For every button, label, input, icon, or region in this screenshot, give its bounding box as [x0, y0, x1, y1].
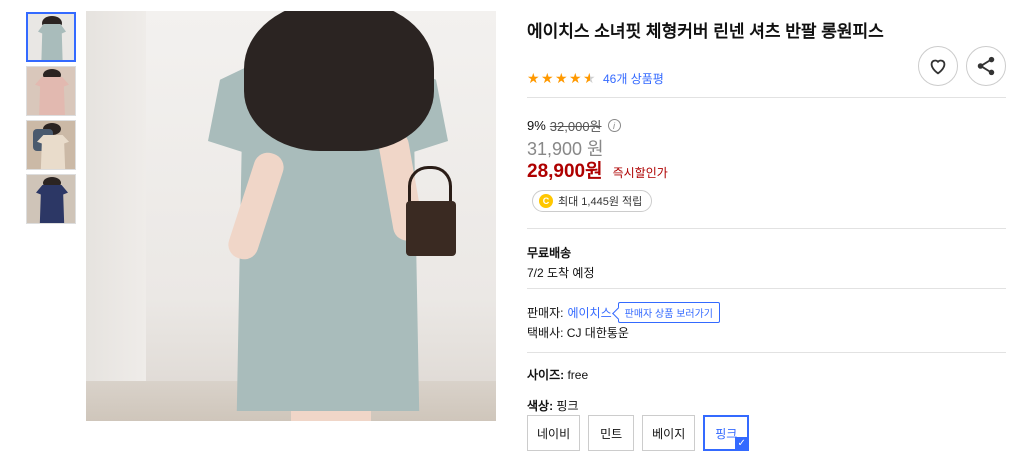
review-count-link[interactable]: 46개 상품평 [603, 70, 664, 87]
color-option-list: 네이비 민트 베이지 핑크 ✓ [527, 415, 757, 451]
thumbnail-beige[interactable] [26, 120, 76, 170]
star-half-icon: ★ [583, 70, 596, 86]
discount-row: 9% 32,000원 i [527, 116, 621, 135]
seller-products-button[interactable]: 판매자 상품 보러가기 [617, 301, 720, 323]
share-icon [977, 56, 995, 76]
thumbnail-pink[interactable] [26, 66, 76, 116]
image-wall [86, 11, 146, 421]
info-icon[interactable]: i [607, 119, 621, 132]
instant-discount-label: 즉시할인가 [612, 166, 668, 180]
seller-row: 판매자: 에이치스 판매자 상품 보러가기 [527, 301, 720, 323]
shipping-title: 무료배송 [527, 246, 572, 260]
color-option-mint[interactable]: 민트 [588, 415, 635, 451]
check-icon: ✓ [735, 437, 749, 450]
color-option-beige[interactable]: 베이지 [642, 415, 696, 451]
star-icon: ★ [555, 70, 568, 86]
final-price-row: 28,900원 즉시할인가 [527, 156, 668, 183]
star-icon: ★ [569, 70, 582, 86]
cash-reward-badge: C 최대 1,445원 적립 [532, 190, 653, 212]
divider [527, 352, 1006, 353]
share-button[interactable] [966, 46, 1006, 86]
color-label: 색상: [527, 399, 554, 413]
seller-label: 판매자: [527, 305, 564, 320]
thumbnail-mint[interactable] [26, 12, 76, 62]
coin-icon: C [539, 194, 553, 208]
size-option: 사이즈: free [527, 366, 588, 383]
star-icon: ★ [541, 70, 554, 86]
size-label: 사이즈: [527, 368, 565, 382]
rating-row: ★ ★ ★ ★ ★ 46개 상품평 [527, 70, 664, 86]
star-rating: ★ ★ ★ ★ ★ [527, 70, 597, 86]
seller-name-link[interactable]: 에이치스 [567, 304, 611, 321]
discount-rate: 9% [527, 118, 546, 133]
thumbnail-navy[interactable] [26, 174, 76, 224]
product-title: 에이치스 소녀핏 체형커버 린넨 셔츠 반팔 롱원피스 [527, 22, 884, 41]
shipping-date: 7/2 도착 예정 [527, 266, 595, 280]
main-product-image [86, 11, 496, 421]
original-price: 32,000원 [549, 119, 602, 134]
color-option-pink-label: 핑크 [715, 426, 738, 441]
divider [527, 228, 1006, 229]
model-hair [244, 11, 434, 151]
divider [527, 288, 1006, 289]
divider [527, 97, 1006, 98]
size-value: free [567, 368, 589, 382]
color-option-navy[interactable]: 네이비 [527, 415, 581, 451]
star-icon: ★ [527, 70, 540, 86]
cash-reward-text: 최대 1,445원 적립 [558, 196, 643, 208]
heart-icon [930, 59, 946, 75]
color-option: 색상: 핑크 [527, 397, 579, 414]
model-bag [406, 201, 456, 256]
color-option-pink[interactable]: 핑크 ✓ [703, 415, 750, 451]
color-value: 핑크 [556, 399, 579, 413]
thumbnail-list [26, 12, 76, 228]
final-price: 28,900원 [527, 161, 603, 182]
courier-info: 택배사: CJ 대한통운 [527, 326, 629, 340]
wishlist-button[interactable] [918, 46, 958, 86]
